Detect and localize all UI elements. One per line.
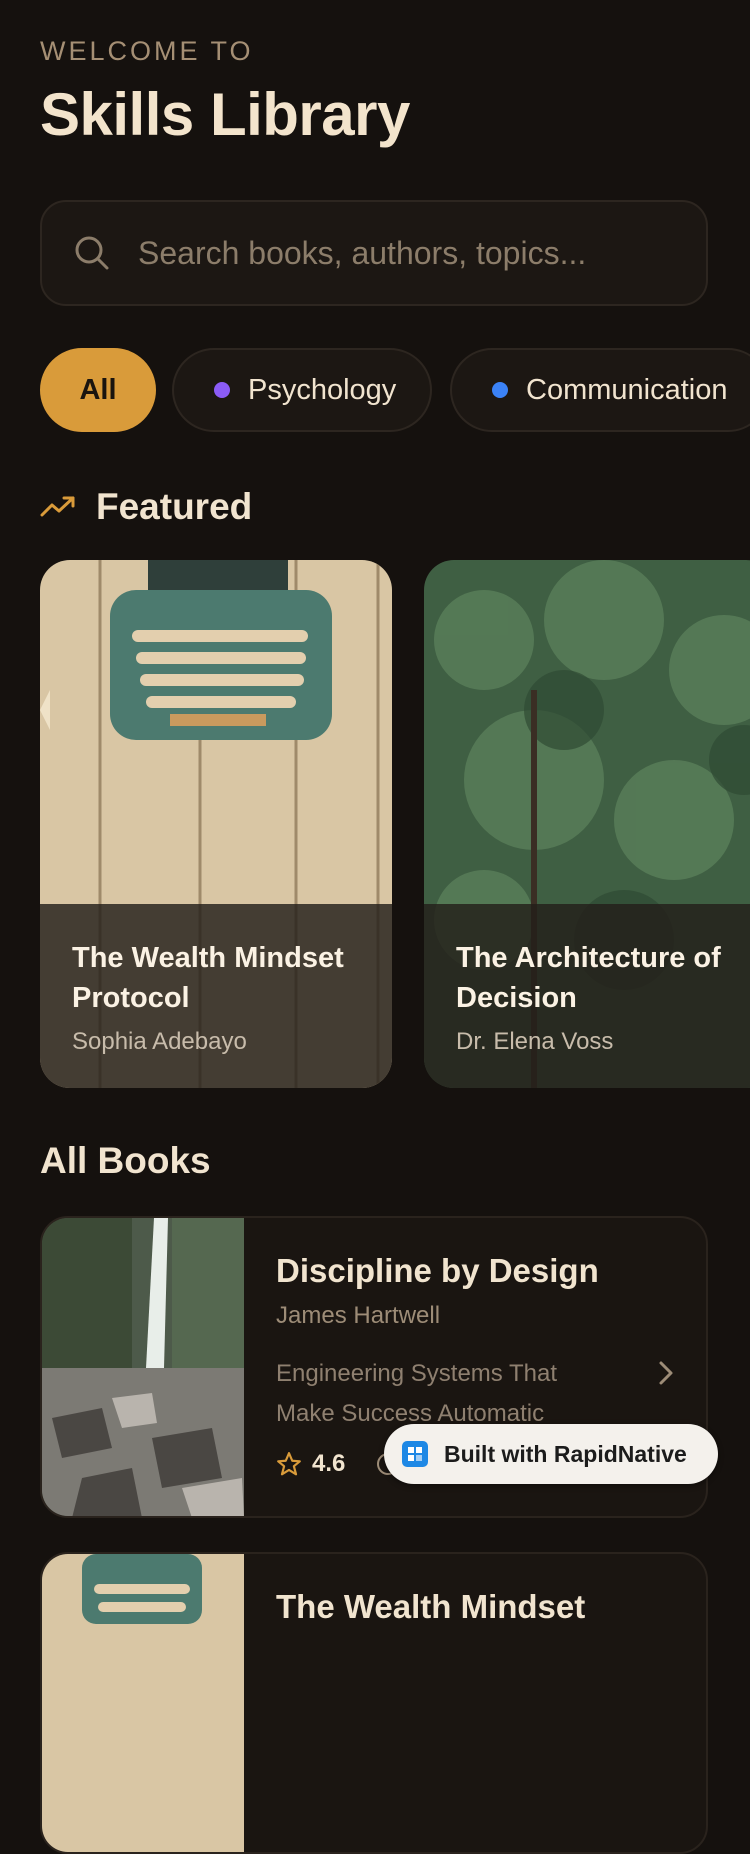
typewriter-cover-image xyxy=(42,1554,244,1852)
search-icon xyxy=(75,236,109,270)
book-title: The Wealth Mindset xyxy=(276,1588,586,1625)
chip-label: All xyxy=(79,373,117,406)
featured-title: The Architecture of Decision xyxy=(456,942,721,1014)
badge-label: Built with RapidNative xyxy=(444,1440,687,1467)
featured-title: The Wealth Mindset Protocol xyxy=(72,942,344,1014)
chip-label: Communication xyxy=(526,373,728,406)
chip-all[interactable]: All xyxy=(40,348,156,432)
all-books-heading: All Books xyxy=(40,1140,211,1181)
rating-value: 4.6 xyxy=(312,1450,346,1477)
featured-card[interactable]: The Wealth Mindset Protocol Sophia Adeba… xyxy=(40,560,392,1088)
featured-carousel[interactable]: The Wealth Mindset Protocol Sophia Adeba… xyxy=(40,560,750,1090)
waterfall-cover-image xyxy=(42,1218,244,1516)
book-rating: 4.6 xyxy=(276,1450,345,1478)
featured-author: Dr. Elena Voss xyxy=(456,1028,614,1055)
chip-communication[interactable]: Communication xyxy=(450,348,750,432)
page-title: Skills Library xyxy=(40,81,410,148)
communication-dot-icon xyxy=(492,382,508,398)
chip-psychology[interactable]: Psychology xyxy=(172,348,432,432)
featured-heading: Featured xyxy=(40,486,252,528)
featured-card-overlay: The Wealth Mindset Protocol Sophia Adeba… xyxy=(40,904,392,1088)
rapidnative-logo-icon xyxy=(402,1441,428,1467)
featured-heading-label: Featured xyxy=(96,486,253,527)
book-card[interactable]: The Wealth Mindset xyxy=(40,1552,708,1854)
search-input[interactable] xyxy=(136,233,680,273)
book-author: James Hartwell xyxy=(276,1302,441,1329)
trending-up-icon xyxy=(40,496,75,517)
featured-author: Sophia Adebayo xyxy=(72,1028,247,1055)
book-title: Discipline by Design xyxy=(276,1252,599,1289)
welcome-eyebrow: WELCOME TO xyxy=(40,36,254,66)
chip-label: Psychology xyxy=(248,373,397,406)
book-subtitle: Engineering Systems That Make Success Au… xyxy=(276,1360,558,1427)
chevron-right-icon[interactable] xyxy=(656,1358,676,1388)
star-icon xyxy=(277,1452,301,1476)
built-with-badge[interactable]: Built with RapidNative xyxy=(384,1424,718,1484)
search-bar[interactable] xyxy=(40,200,708,306)
featured-card-overlay: The Architecture of Decision Dr. Elena V… xyxy=(424,904,750,1088)
category-chips: All Psychology Communication xyxy=(40,348,750,432)
psychology-dot-icon xyxy=(214,382,230,398)
featured-card[interactable]: The Architecture of Decision Dr. Elena V… xyxy=(424,560,750,1088)
